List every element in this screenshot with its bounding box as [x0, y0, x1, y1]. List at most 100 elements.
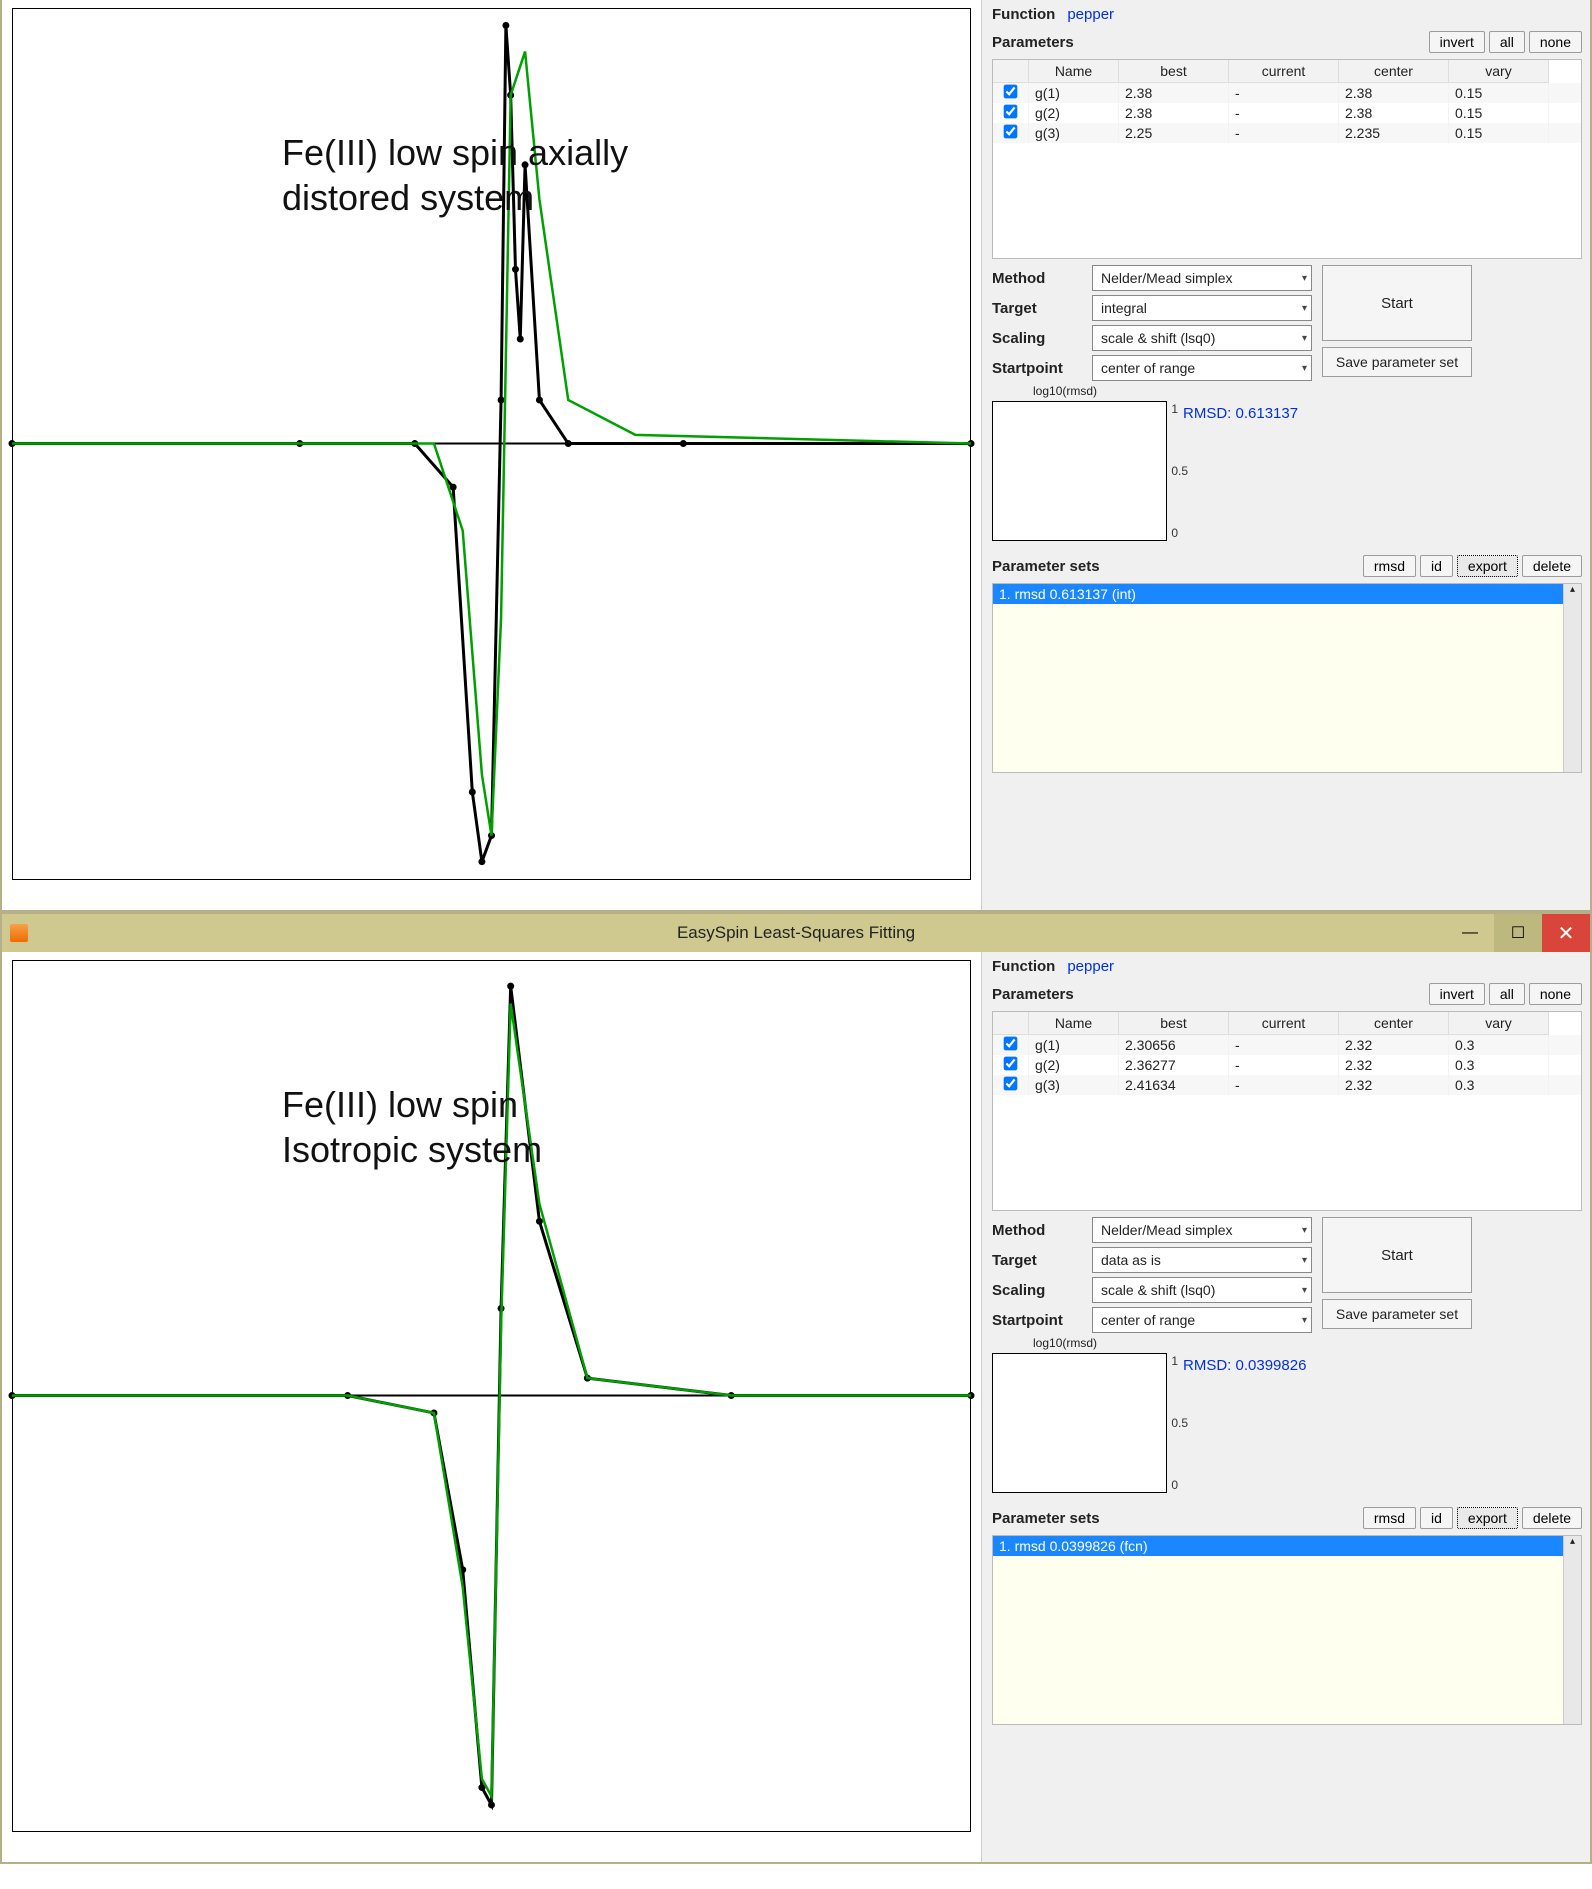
method-dropdown[interactable]: Nelder/Mead simplex▾ [1092, 265, 1312, 291]
parameters-label: Parameters [992, 986, 1074, 1003]
parameter-sets-list[interactable]: 1. rmsd 0.0399826 (fcn) ▴ [992, 1535, 1582, 1725]
all-button[interactable]: all [1489, 31, 1525, 53]
col-name[interactable]: Name [1029, 1012, 1119, 1035]
table-row[interactable]: g(3)2.25-2.2350.15 [993, 123, 1581, 143]
rmsd-plot-title: log10(rmsd) [1033, 1336, 1097, 1350]
cell-vary: 0.3 [1449, 1035, 1549, 1055]
startpoint-dropdown[interactable]: center of range▾ [1092, 355, 1312, 381]
chevron-down-icon: ▾ [1302, 363, 1307, 374]
side-panel: Function pepper Parameters invert all no… [982, 952, 1590, 1862]
side-panel: Function pepper Parameters invert all no… [982, 0, 1590, 910]
save-parameter-set-button[interactable]: Save parameter set [1322, 1299, 1472, 1329]
spectrum-plot: Fe(III) low spin axially distored system [2, 0, 982, 910]
cell-best: 2.38 [1119, 103, 1229, 123]
vary-checkbox[interactable] [1004, 125, 1018, 139]
scrollbar[interactable]: ▴ [1563, 584, 1581, 772]
close-button[interactable]: ✕ [1542, 914, 1590, 952]
chevron-down-icon: ▾ [1302, 1285, 1307, 1296]
target-dropdown[interactable]: data as is▾ [1092, 1247, 1312, 1273]
parameters-table: Name best current center vary g(1)2.3065… [992, 1011, 1582, 1211]
col-best[interactable]: best [1119, 1012, 1229, 1035]
method-dropdown[interactable]: Nelder/Mead simplex▾ [1092, 1217, 1312, 1243]
table-row[interactable]: g(2)2.36277-2.320.3 [993, 1055, 1581, 1075]
function-label: Function [992, 958, 1055, 975]
none-button[interactable]: none [1529, 31, 1582, 53]
cell-name: g(1) [1029, 83, 1119, 103]
rmsd-button[interactable]: rmsd [1363, 555, 1416, 577]
table-row[interactable]: g(1)2.30656-2.320.3 [993, 1035, 1581, 1055]
cell-vary: 0.3 [1449, 1055, 1549, 1075]
scaling-label: Scaling [992, 1282, 1092, 1299]
cell-center: 2.32 [1339, 1055, 1449, 1075]
col-best[interactable]: best [1119, 60, 1229, 83]
export-button[interactable]: export [1457, 1507, 1518, 1529]
rmsd-button[interactable]: rmsd [1363, 1507, 1416, 1529]
list-item[interactable]: 1. rmsd 0.613137 (int) [993, 584, 1581, 604]
cell-vary: 0.15 [1449, 123, 1549, 143]
cell-center: 2.38 [1339, 103, 1449, 123]
start-button[interactable]: Start [1322, 1217, 1472, 1293]
chevron-up-icon: ▴ [1564, 1536, 1581, 1547]
none-button[interactable]: none [1529, 983, 1582, 1005]
delete-button[interactable]: delete [1522, 1507, 1582, 1529]
invert-button[interactable]: invert [1429, 983, 1485, 1005]
invert-button[interactable]: invert [1429, 31, 1485, 53]
rmsd-plot: log10(rmsd) 1 0.5 0 [992, 1353, 1167, 1493]
export-button[interactable]: export [1457, 555, 1518, 577]
minimize-button[interactable]: — [1446, 914, 1494, 952]
startpoint-label: Startpoint [992, 360, 1092, 377]
vary-checkbox[interactable] [1004, 85, 1018, 99]
cell-name: g(3) [1029, 123, 1119, 143]
target-dropdown[interactable]: integral▾ [1092, 295, 1312, 321]
scaling-dropdown[interactable]: scale & shift (lsq0)▾ [1092, 1277, 1312, 1303]
col-center[interactable]: center [1339, 60, 1449, 83]
cell-name: g(2) [1029, 103, 1119, 123]
rmsd-plot: log10(rmsd) 1 0.5 0 [992, 401, 1167, 541]
function-value[interactable]: pepper [1067, 958, 1114, 975]
window-title: EasySpin Least-Squares Fitting [677, 923, 915, 943]
scaling-label: Scaling [992, 330, 1092, 347]
cell-best: 2.41634 [1119, 1075, 1229, 1095]
id-button[interactable]: id [1420, 555, 1453, 577]
cell-current: - [1229, 83, 1339, 103]
delete-button[interactable]: delete [1522, 555, 1582, 577]
cell-name: g(1) [1029, 1035, 1119, 1055]
col-center[interactable]: center [1339, 1012, 1449, 1035]
col-current[interactable]: current [1229, 60, 1339, 83]
function-value[interactable]: pepper [1067, 6, 1114, 23]
list-item[interactable]: 1. rmsd 0.0399826 (fcn) [993, 1536, 1581, 1556]
col-vary[interactable]: vary [1449, 1012, 1549, 1035]
rmsd-value: RMSD: 0.613137 [1183, 405, 1298, 422]
plot-annotation: Fe(III) low spin Isotropic system [282, 1082, 542, 1172]
spectrum-plot: Fe(III) low spin Isotropic system [2, 952, 982, 1862]
all-button[interactable]: all [1489, 983, 1525, 1005]
chevron-down-icon: ▾ [1302, 1315, 1307, 1326]
col-current[interactable]: current [1229, 1012, 1339, 1035]
scrollbar[interactable]: ▴ [1563, 1536, 1581, 1724]
vary-checkbox[interactable] [1004, 1037, 1018, 1051]
titlebar[interactable]: EasySpin Least-Squares Fitting — ☐ ✕ [2, 914, 1590, 952]
save-parameter-set-button[interactable]: Save parameter set [1322, 347, 1472, 377]
col-vary[interactable]: vary [1449, 60, 1549, 83]
startpoint-dropdown[interactable]: center of range▾ [1092, 1307, 1312, 1333]
table-row[interactable]: g(2)2.38-2.380.15 [993, 103, 1581, 123]
id-button[interactable]: id [1420, 1507, 1453, 1529]
cell-vary: 0.15 [1449, 103, 1549, 123]
app-icon [10, 924, 28, 942]
table-row[interactable]: g(3)2.41634-2.320.3 [993, 1075, 1581, 1095]
maximize-button[interactable]: ☐ [1494, 914, 1542, 952]
parameters-table: Name best current center vary g(1)2.38-2… [992, 59, 1582, 259]
table-row[interactable]: g(1)2.38-2.380.15 [993, 83, 1581, 103]
cell-best: 2.38 [1119, 83, 1229, 103]
chevron-down-icon: ▾ [1302, 273, 1307, 284]
parameter-sets-label: Parameter sets [992, 1510, 1100, 1527]
vary-checkbox[interactable] [1004, 1077, 1018, 1091]
vary-checkbox[interactable] [1004, 105, 1018, 119]
vary-checkbox[interactable] [1004, 1057, 1018, 1071]
start-button[interactable]: Start [1322, 265, 1472, 341]
scaling-dropdown[interactable]: scale & shift (lsq0)▾ [1092, 325, 1312, 351]
target-label: Target [992, 300, 1092, 317]
parameter-sets-list[interactable]: 1. rmsd 0.613137 (int) ▴ [992, 583, 1582, 773]
col-name[interactable]: Name [1029, 60, 1119, 83]
fitting-window-bottom: EasySpin Least-Squares Fitting — ☐ ✕ Fe(… [0, 912, 1592, 1864]
